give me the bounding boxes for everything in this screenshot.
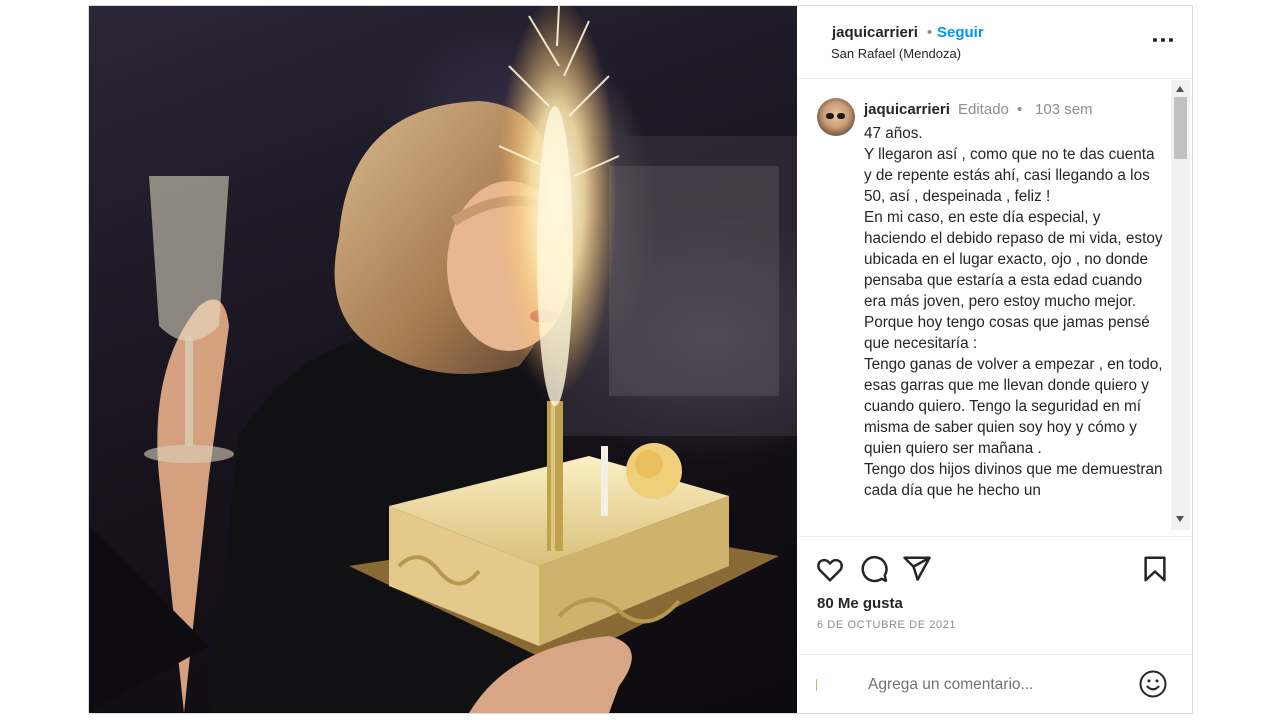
- comment-cursor-mark: [816, 679, 817, 691]
- heart-icon[interactable]: [815, 554, 845, 584]
- paper-plane-icon[interactable]: [902, 554, 932, 584]
- post-time-ago[interactable]: 103 sem: [1035, 101, 1093, 118]
- caption-separator: •: [1017, 101, 1023, 118]
- comment-bubble-icon[interactable]: [859, 554, 889, 584]
- more-horizontal-icon[interactable]: [1150, 30, 1176, 50]
- edited-label: Editado: [958, 101, 1009, 118]
- post-photo[interactable]: [89, 6, 797, 713]
- location-link[interactable]: San Rafael (Mendoza): [831, 46, 961, 61]
- scrollbar-thumb[interactable]: [1174, 97, 1187, 159]
- avatar-glasses: [826, 113, 846, 119]
- header-username-link[interactable]: jaquicarrieri: [832, 24, 918, 41]
- avatar[interactable]: [817, 98, 855, 136]
- instagram-post: jaquicarrieri • Seguir San Rafael (Mendo…: [88, 5, 1193, 714]
- comment-input[interactable]: [868, 673, 1118, 697]
- post-header: jaquicarrieri • Seguir San Rafael (Mendo…: [798, 6, 1192, 79]
- post-actions: 80 Me gusta 6 DE OCTUBRE DE 2021: [798, 536, 1192, 661]
- post-date[interactable]: 6 DE OCTUBRE DE 2021: [817, 619, 956, 631]
- scroll-down-arrow-icon[interactable]: [1176, 516, 1184, 522]
- bookmark-icon[interactable]: [1140, 554, 1170, 584]
- caption-text: 47 años. Y llegaron así , como que no te…: [864, 125, 1163, 499]
- caption-username-link[interactable]: jaquicarrieri: [864, 101, 950, 118]
- follow-button[interactable]: Seguir: [937, 24, 984, 41]
- comment-bar: [798, 654, 1192, 713]
- likes-count[interactable]: 80 Me gusta: [817, 595, 903, 612]
- smiley-face-icon[interactable]: [1138, 669, 1168, 699]
- caption-section: jaquicarrieri Editado • 103 sem 47 años.…: [798, 80, 1192, 536]
- caption-scrollbar[interactable]: [1171, 80, 1190, 530]
- scroll-up-arrow-icon[interactable]: [1176, 86, 1184, 92]
- photo-illustration: [89, 6, 797, 713]
- header-separator: •: [927, 24, 933, 41]
